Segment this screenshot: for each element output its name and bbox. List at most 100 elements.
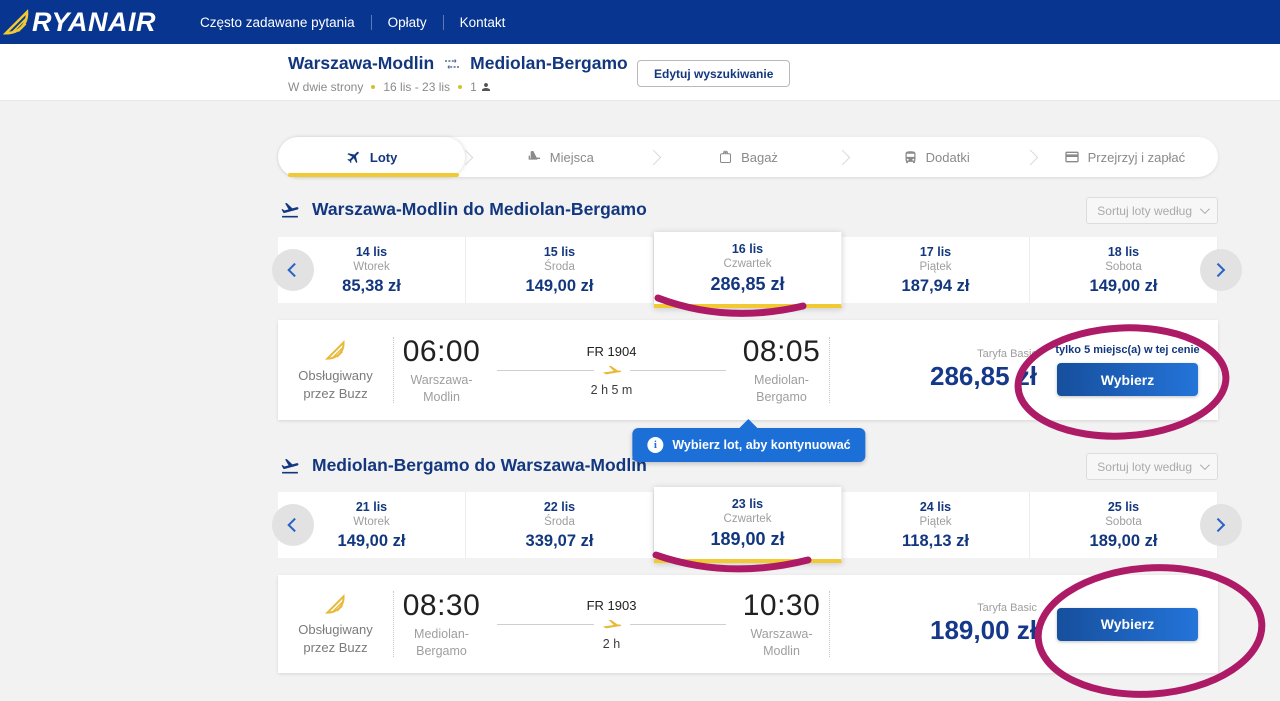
arrival-airport: Warszawa-Modlin — [739, 626, 825, 660]
arrival-airport: Mediolan-Bergamo — [739, 372, 825, 406]
tab-review-pay[interactable]: Przejrzyj i zapłać — [1031, 137, 1218, 177]
departure-block: 08:30 Mediolan-Bergamo — [394, 589, 489, 660]
brand-wordmark: RYANAIR — [32, 7, 156, 38]
nav-menu: Często zadawane pytania Opłaty Kontakt — [188, 9, 517, 36]
search-summary-header: Warszawa-Modlin Mediolan-Bergamo W dwie … — [0, 44, 1280, 101]
date-cell[interactable]: 17 lis Piątek 187,94 zł — [842, 237, 1030, 303]
outbound-title: Warszawa-Modlin do Mediolan-Bergamo — [278, 199, 1218, 220]
flight-duration: 2 h 5 m — [591, 383, 633, 397]
separator-dot — [458, 85, 462, 89]
date-cell[interactable]: 18 lis Sobota 149,00 zł — [1030, 237, 1218, 303]
bag-icon — [718, 150, 733, 165]
operator-label: Obsługiwany przez Buzz — [290, 367, 382, 402]
chevron-right-icon — [1211, 263, 1225, 277]
tab-seats[interactable]: Miejsca — [466, 137, 653, 177]
action-block: Wybierz — [1037, 608, 1218, 641]
top-navbar: RYANAIR Często zadawane pytania Opłaty K… — [0, 0, 1280, 44]
fare-type-label: Taryfa Basic — [977, 348, 1037, 360]
operator-block: Obsługiwany przez Buzz — [278, 337, 393, 402]
fare-price: 286,85 zł — [930, 361, 1037, 392]
arrival-block: 10:30 Warszawa-Modlin — [734, 589, 829, 660]
nav-item-contact[interactable]: Kontakt — [448, 9, 518, 36]
edit-search-button[interactable]: Edytuj wyszukiwanie — [637, 60, 790, 87]
return-sort-dropdown[interactable]: Sortuj loty według — [1086, 453, 1218, 480]
select-outbound-button[interactable]: Wybierz — [1057, 363, 1198, 396]
arrival-block: 08:05 Mediolan-Bergamo — [734, 335, 829, 406]
info-icon — [647, 437, 663, 453]
person-icon — [480, 81, 492, 93]
operator-block: Obsługiwany przez Buzz — [278, 591, 393, 656]
tab-flights[interactable]: Loty — [278, 137, 465, 177]
chevron-right-icon — [1211, 518, 1225, 532]
trip-dates: 16 lis - 23 lis — [383, 80, 450, 94]
route-destination: Mediolan-Bergamo — [470, 53, 628, 74]
outbound-date-carousel: 14 lis Wtorek 85,38 zł 15 lis Środa 149,… — [278, 237, 1218, 303]
gold-plane-icon — [602, 618, 622, 632]
departure-airport: Warszawa-Modlin — [399, 372, 485, 406]
flight-path-block: FR 1904 2 h 5 m — [489, 344, 734, 397]
action-block: tylko 5 miejsc(a) w tej cenie Wybierz — [1037, 344, 1218, 396]
bus-icon — [903, 150, 918, 165]
fare-block: Taryfa Basic 286,85 zł — [830, 348, 1037, 392]
trip-type-label: W dwie strony — [288, 80, 363, 94]
outbound-flight-card: Obsługiwany przez Buzz 06:00 Warszawa-Mo… — [278, 320, 1218, 420]
round-trip-arrows-icon — [443, 57, 461, 71]
departure-time: 06:00 — [403, 335, 481, 369]
return-date-carousel: 21 lis Wtorek 149,00 zł 22 lis Środa 339… — [278, 492, 1218, 558]
date-cell-selected[interactable]: 16 lis Czwartek 286,85 zł — [654, 232, 842, 308]
flight-path-block: FR 1903 2 h — [489, 598, 734, 651]
date-cell[interactable]: 24 lis Piątek 118,13 zł — [842, 492, 1030, 558]
chevron-down-icon — [1200, 460, 1210, 470]
buzz-logo-icon — [323, 337, 349, 363]
nav-item-fees[interactable]: Opłaty — [376, 9, 439, 36]
carousel-next-button[interactable] — [1200, 249, 1242, 291]
passenger-count: 1 — [470, 80, 492, 94]
return-flight-card: Obsługiwany przez Buzz 08:30 Mediolan-Be… — [278, 575, 1218, 673]
select-return-button[interactable]: Wybierz — [1057, 608, 1198, 641]
tooltip-text: Wybierz lot, aby kontynuować — [672, 438, 850, 452]
operator-label: Obsługiwany przez Buzz — [290, 621, 382, 656]
ryanair-logo[interactable]: RYANAIR — [0, 7, 156, 38]
chevron-left-icon — [287, 518, 301, 532]
flight-duration: 2 h — [603, 637, 620, 651]
fare-type-label: Taryfa Basic — [977, 602, 1037, 614]
carousel-prev-button[interactable] — [272, 504, 314, 546]
route-title: Warszawa-Modlin Mediolan-Bergamo — [288, 53, 628, 74]
nav-separator — [443, 15, 444, 30]
tab-bags[interactable]: Bagaż — [654, 137, 841, 177]
date-cell[interactable]: 15 lis Środa 149,00 zł — [466, 237, 654, 303]
plane-icon — [343, 146, 366, 169]
gold-plane-icon — [602, 364, 622, 378]
flight-path-line — [497, 364, 726, 378]
date-cell[interactable]: 25 lis Sobota 189,00 zł — [1030, 492, 1218, 558]
carousel-prev-button[interactable] — [272, 249, 314, 291]
seats-left-notice: tylko 5 miejsc(a) w tej cenie — [1055, 344, 1199, 356]
seat-icon — [526, 149, 542, 165]
carousel-next-button[interactable] — [1200, 504, 1242, 546]
outbound-sort-dropdown[interactable]: Sortuj loty według — [1086, 197, 1218, 224]
flight-takeoff-icon — [278, 456, 302, 476]
departure-block: 06:00 Warszawa-Modlin — [394, 335, 489, 406]
select-flight-tooltip: Wybierz lot, aby kontynuować — [632, 428, 865, 462]
flight-path-line — [497, 618, 726, 632]
flight-takeoff-icon — [278, 200, 302, 220]
flight-number: FR 1903 — [587, 598, 637, 613]
card-icon — [1064, 149, 1080, 165]
separator-dot — [371, 85, 375, 89]
date-cell[interactable]: 22 lis Środa 339,07 zł — [466, 492, 654, 558]
outbound-section-header: Warszawa-Modlin do Mediolan-Bergamo Sort… — [278, 199, 1218, 227]
chevron-down-icon — [1200, 204, 1210, 214]
buzz-logo-icon — [323, 591, 349, 617]
chevron-left-icon — [287, 263, 301, 277]
tab-extras[interactable]: Dodatki — [843, 137, 1030, 177]
departure-time: 08:30 — [403, 589, 481, 623]
booking-stepper: Loty Miejsca Bagaż Dodatki Przejrzyj i z… — [278, 137, 1218, 177]
nav-separator — [371, 15, 372, 30]
fare-price: 189,00 zł — [930, 615, 1037, 646]
flight-number: FR 1904 — [587, 344, 637, 359]
arrival-time: 10:30 — [743, 589, 821, 623]
date-cell-selected[interactable]: 23 lis Czwartek 189,00 zł — [654, 487, 842, 563]
ryanair-harp-icon — [2, 7, 32, 37]
nav-item-faq[interactable]: Często zadawane pytania — [188, 9, 367, 36]
departure-airport: Mediolan-Bergamo — [399, 626, 485, 660]
